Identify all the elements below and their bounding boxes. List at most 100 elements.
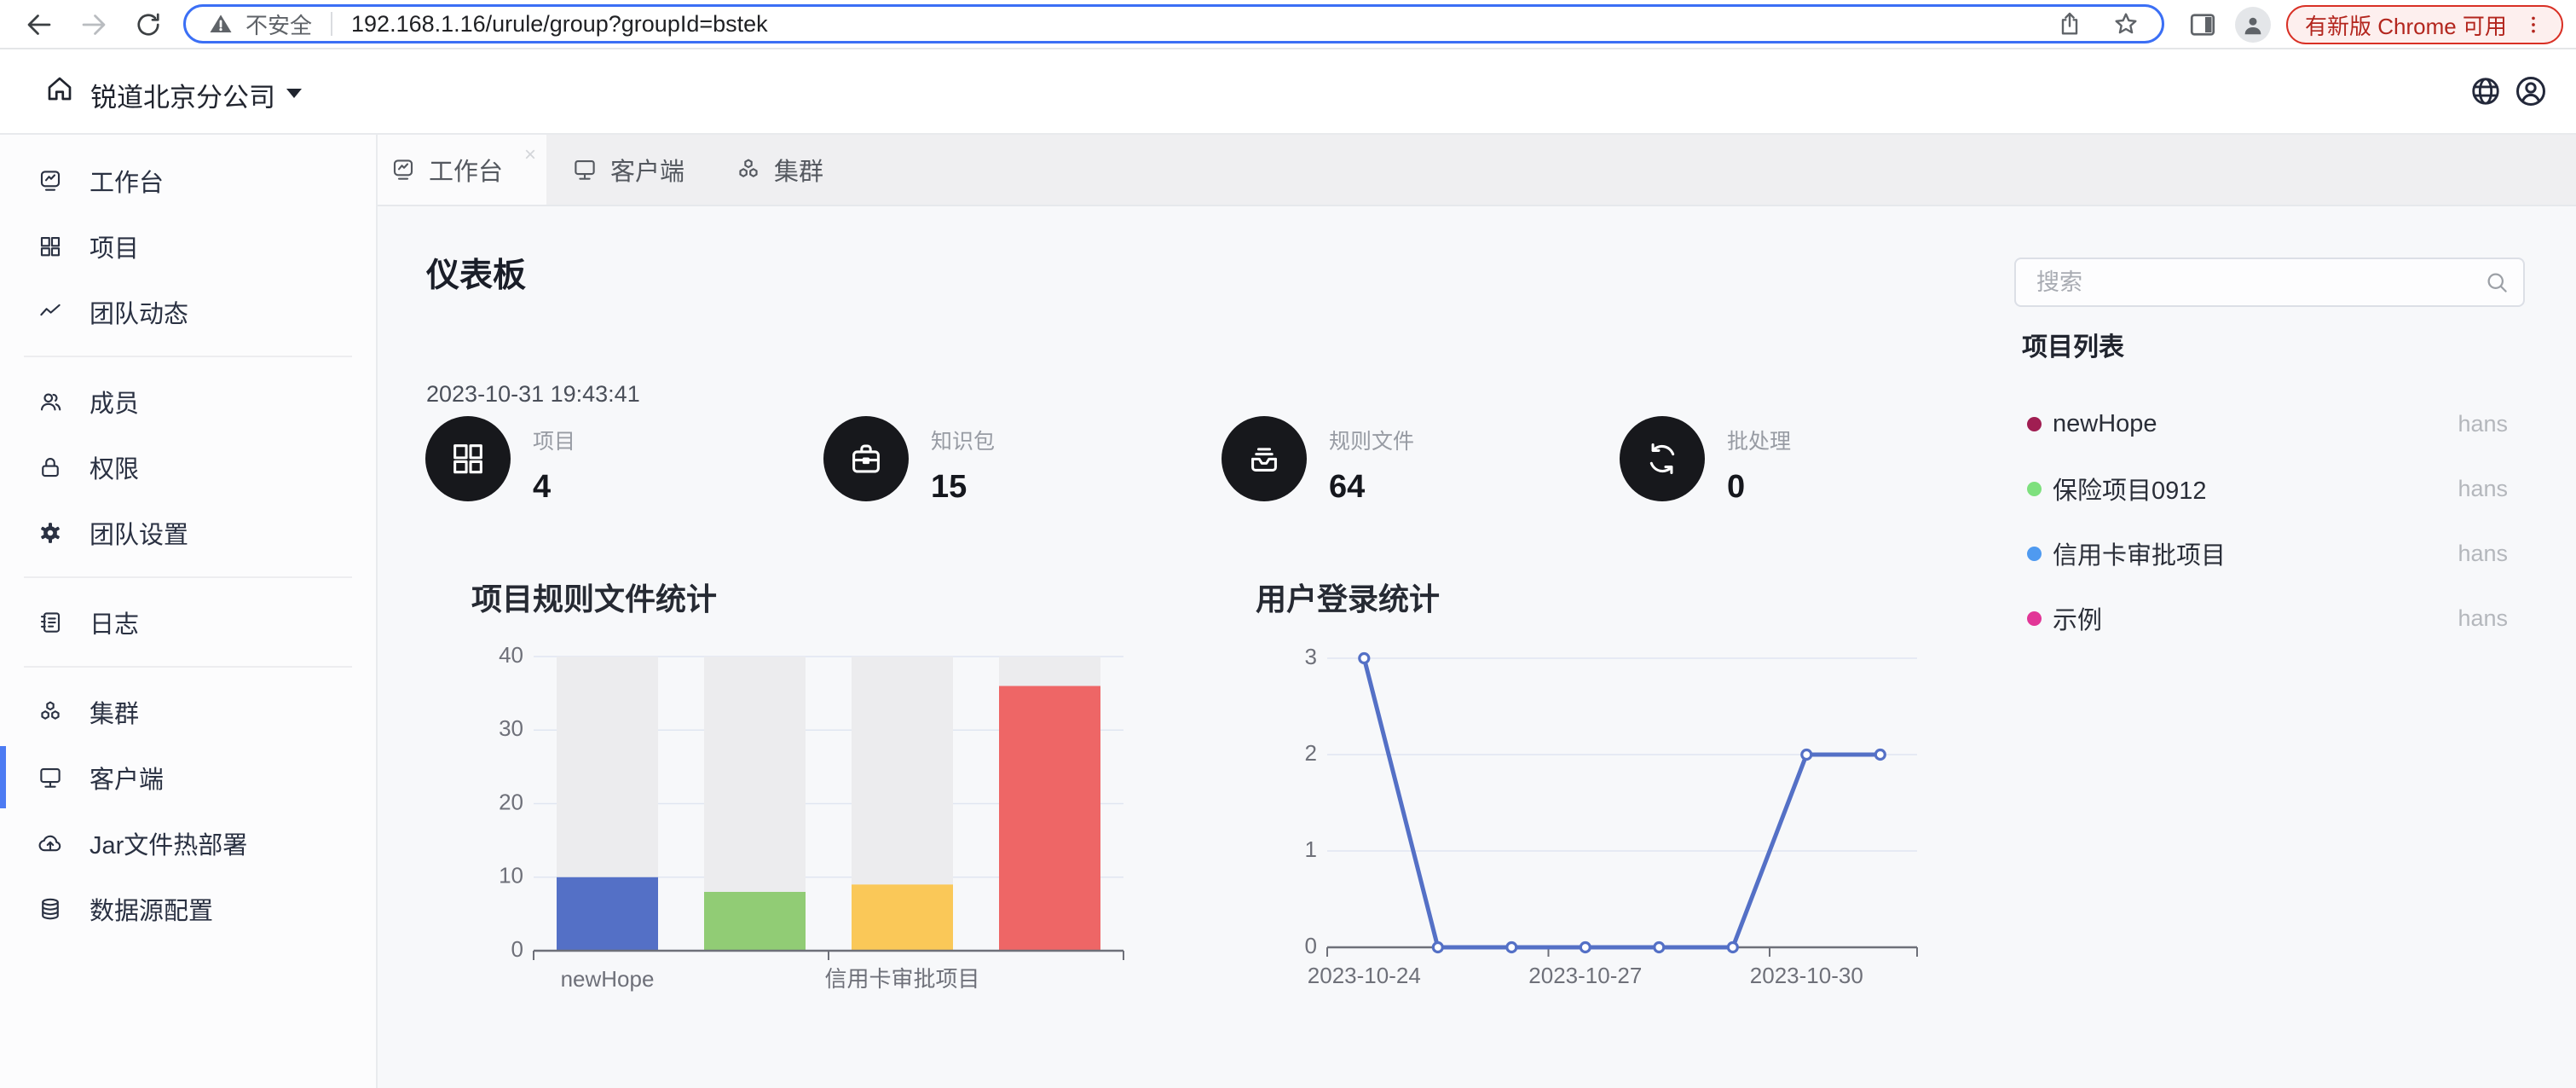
globe-icon[interactable] [2469, 75, 2502, 107]
data-point[interactable] [1728, 943, 1737, 952]
bookmark-star-icon[interactable] [2112, 10, 2140, 38]
search-input[interactable] [2014, 258, 2525, 307]
tab-label: 集群 [774, 152, 823, 188]
svg-text:3: 3 [1305, 644, 1317, 669]
sidebar-item-team-activity[interactable]: 团队动态 [0, 279, 376, 344]
sidebar-item-members[interactable]: 成员 [0, 368, 376, 434]
sidebar-item-team-settings[interactable]: 团队设置 [0, 500, 376, 565]
project-name[interactable]: 示例 [2053, 600, 2458, 636]
back-icon[interactable] [24, 9, 55, 40]
workbench-icon [38, 168, 63, 194]
sidebar-item-datasource[interactable]: 数据源配置 [0, 876, 376, 941]
trend-icon [38, 299, 63, 325]
forward-icon[interactable] [78, 9, 109, 40]
sidebar-divider [24, 666, 352, 668]
data-point[interactable] [1360, 654, 1369, 663]
sidebar-item-label: 团队设置 [90, 515, 188, 551]
kebab-menu-icon[interactable] [2522, 14, 2544, 36]
project-name[interactable]: 信用卡审批项目 [2053, 535, 2458, 571]
stat-knowledge-packages: 知识包15 [823, 416, 1181, 501]
project-name[interactable]: 保险项目0912 [2053, 471, 2458, 506]
sidebar-item-workbench[interactable]: 工作台 [0, 148, 376, 213]
sidebar-item-label: 工作台 [90, 163, 164, 199]
avatar-person-icon [2240, 12, 2266, 38]
grid-icon [448, 439, 488, 478]
caret-down-icon[interactable] [286, 89, 302, 98]
svg-text:2023-10-30: 2023-10-30 [1750, 963, 1863, 988]
sidebar-item-permissions[interactable]: 权限 [0, 434, 376, 500]
divider [331, 12, 332, 36]
stat-value: 4 [533, 469, 551, 506]
stat-value: 15 [931, 469, 967, 506]
cluster-icon [736, 157, 761, 182]
svg-text:1: 1 [1305, 836, 1317, 862]
stat-batch: 批处理0 [1620, 416, 1978, 501]
bar[interactable] [704, 892, 806, 951]
svg-text:0: 0 [1305, 933, 1317, 958]
share-icon[interactable] [2056, 10, 2083, 38]
project-row[interactable]: 示例hans [2027, 586, 2508, 651]
sidebar-item-label: 项目 [90, 229, 139, 264]
data-point[interactable] [1580, 943, 1590, 952]
svg-text:40: 40 [499, 642, 523, 668]
tab-client[interactable]: 客户端 [546, 135, 710, 205]
sidebar: 工作台项目团队动态成员权限团队设置日志集群客户端Jar文件热部署数据源配置 [0, 135, 378, 1088]
gear-icon [38, 520, 63, 546]
data-point[interactable] [1433, 943, 1442, 952]
bar[interactable] [999, 686, 1100, 952]
sidebar-item-projects[interactable]: 项目 [0, 213, 376, 279]
sidebar-item-cluster[interactable]: 集群 [0, 679, 376, 744]
monitor-icon [38, 765, 63, 790]
workspace-title[interactable]: 锐道北京分公司 [90, 76, 275, 114]
security-label[interactable]: 不安全 [245, 9, 312, 40]
home-icon[interactable] [44, 73, 75, 104]
stat-icon-circle [1620, 416, 1705, 501]
reload-icon[interactable] [133, 9, 164, 40]
project-search [2014, 258, 2525, 307]
profile-avatar[interactable] [2235, 7, 2271, 43]
sidebar-item-logs[interactable]: 日志 [0, 589, 376, 655]
project-color-dot [2027, 547, 2042, 561]
line-chart-plot: 01232023-10-242023-10-272023-10-30 [1245, 554, 1952, 1036]
project-row[interactable]: 保险项目0912hans [2027, 456, 2508, 521]
inbox-icon [1245, 439, 1284, 478]
project-row[interactable]: 信用卡审批项目hans [2027, 521, 2508, 586]
project-row[interactable]: newHopehans [2027, 391, 2508, 456]
sidebar-divider [24, 576, 352, 578]
sidebar-item-label: 团队动态 [90, 294, 188, 330]
tab-workbench[interactable]: 工作台× [378, 135, 546, 205]
sync-icon [1643, 439, 1682, 478]
data-point[interactable] [1875, 750, 1885, 760]
lock-icon [38, 454, 63, 480]
line-series [1364, 658, 1880, 947]
tab-label: 客户端 [610, 152, 684, 188]
grid-icon [38, 234, 63, 259]
svg-text:0: 0 [511, 936, 523, 962]
sidebar-item-client[interactable]: 客户端 [0, 744, 376, 810]
stat-icon-circle [1222, 416, 1307, 501]
project-color-dot [2027, 482, 2042, 496]
stat-label: 规则文件 [1329, 425, 1414, 455]
side-panel-icon[interactable] [2187, 9, 2218, 40]
url-text[interactable]: 192.168.1.16/urule/group?groupId=bstek [351, 11, 2056, 38]
search-icon[interactable] [2484, 269, 2510, 295]
data-point[interactable] [1655, 943, 1664, 952]
user-login-chart: 用户登录统计 01232023-10-242023-10-272023-10-3… [1245, 554, 1952, 1032]
tab-cluster[interactable]: 集群 [710, 135, 849, 205]
bar[interactable] [852, 884, 953, 951]
chrome-update-button[interactable]: 有新版 Chrome 可用 [2286, 5, 2563, 44]
project-name[interactable]: newHope [2053, 410, 2458, 438]
data-point[interactable] [1802, 750, 1811, 760]
project-list: newHopehans保险项目0912hans信用卡审批项目hans示例hans [2027, 391, 2508, 651]
data-point[interactable] [1507, 943, 1516, 952]
sidebar-item-jar-deploy[interactable]: Jar文件热部署 [0, 810, 376, 876]
user-icon[interactable] [2514, 74, 2548, 108]
tab-close-icon[interactable]: × [524, 143, 536, 167]
sidebar-divider [24, 356, 352, 357]
stat-label: 知识包 [931, 425, 995, 455]
dashboard-content: 仪表板 2023-10-31 19:43:41 项目4知识包15规则文件64批处… [378, 206, 2576, 1088]
stat-label: 批处理 [1727, 425, 1791, 455]
address-bar[interactable]: 不安全 192.168.1.16/urule/group?groupId=bst… [183, 4, 2164, 43]
bar[interactable] [557, 877, 658, 951]
svg-text:20: 20 [499, 789, 523, 814]
